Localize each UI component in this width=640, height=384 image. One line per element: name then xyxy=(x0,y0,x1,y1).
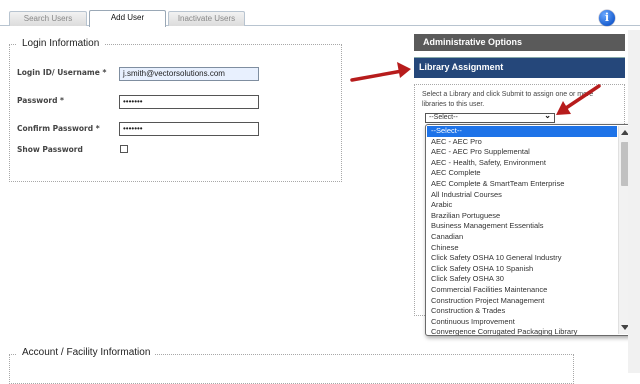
library-select[interactable]: --Select-- ⌄ xyxy=(425,111,555,123)
info-icon[interactable]: i xyxy=(599,10,615,26)
chevron-down-icon: ⌄ xyxy=(544,111,551,120)
tab-bar: Search Users Add User Inactivate Users i xyxy=(0,0,640,27)
tab-add-user[interactable]: Add User xyxy=(89,10,166,27)
login-id-label: Login ID/ Username * xyxy=(17,68,107,77)
page-scrollbar[interactable] xyxy=(628,30,640,373)
show-password-label: Show Password xyxy=(17,145,83,154)
dropdown-option[interactable]: Arabic xyxy=(427,200,617,211)
tab-inactivate-users[interactable]: Inactivate Users xyxy=(168,11,245,26)
login-information-legend: Login Information xyxy=(17,38,105,49)
dropdown-option[interactable]: Business Management Essentials xyxy=(427,221,617,232)
dropdown-option[interactable]: Click Safety OSHA 10 General Industry xyxy=(427,253,617,264)
tab-search-users[interactable]: Search Users xyxy=(9,11,87,26)
dropdown-option[interactable]: AEC - AEC Pro Supplemental xyxy=(427,147,617,158)
library-assignment-header[interactable]: Library Assignment xyxy=(414,57,625,78)
login-information-section xyxy=(9,44,342,182)
show-password-checkbox[interactable] xyxy=(120,145,128,153)
library-select-value: --Select-- xyxy=(429,114,458,121)
login-id-input[interactable]: j.smith@vectorsolutions.com xyxy=(119,67,259,81)
dropdown-option[interactable]: AEC Complete & SmartTeam Enterprise xyxy=(427,179,617,190)
dropdown-option[interactable]: AEC - Health, Safety, Environment xyxy=(427,158,617,169)
dropdown-option[interactable]: Convergence Corrugated Packaging Library xyxy=(427,327,617,335)
administrative-options-header[interactable]: Administrative Options xyxy=(414,34,625,51)
dropdown-option[interactable]: Brazilian Portuguese xyxy=(427,211,617,222)
password-input[interactable]: ••••••• xyxy=(119,95,259,109)
dropdown-option[interactable]: Construction Project Management xyxy=(427,296,617,307)
dropdown-options: --Select-- AEC - AEC Pro AEC - AEC Pro Sup… xyxy=(427,126,617,335)
dropdown-option[interactable]: All Industrial Courses xyxy=(427,190,617,201)
library-instructions: Select a Library and click Submit to ass… xyxy=(422,91,594,108)
dropdown-option[interactable]: AEC Complete xyxy=(427,168,617,179)
library-dropdown-list[interactable]: --Select-- AEC - AEC Pro AEC - AEC Pro Sup… xyxy=(425,124,632,336)
account-facility-section xyxy=(9,354,574,384)
confirm-password-input[interactable]: ••••••• xyxy=(119,122,259,136)
confirm-password-label: Confirm Password * xyxy=(17,124,100,133)
dropdown-option[interactable]: Click Safety OSHA 30 xyxy=(427,274,617,285)
password-label: Password * xyxy=(17,96,64,105)
dropdown-option[interactable]: Canadian xyxy=(427,232,617,243)
dropdown-option[interactable]: Continuous Improvement xyxy=(427,317,617,328)
dropdown-option[interactable]: --Select-- xyxy=(427,126,617,137)
dropdown-option[interactable]: Commercial Facilities Maintenance xyxy=(427,285,617,296)
dropdown-option[interactable]: Construction & Trades xyxy=(427,306,617,317)
dropdown-option[interactable]: AEC - AEC Pro xyxy=(427,137,617,148)
arrow-icon xyxy=(350,62,411,82)
dropdown-option[interactable]: Click Safety OSHA 10 Spanish xyxy=(427,264,617,275)
account-facility-legend: Account / Facility Information xyxy=(17,347,156,358)
dropdown-option[interactable]: Chinese xyxy=(427,243,617,254)
